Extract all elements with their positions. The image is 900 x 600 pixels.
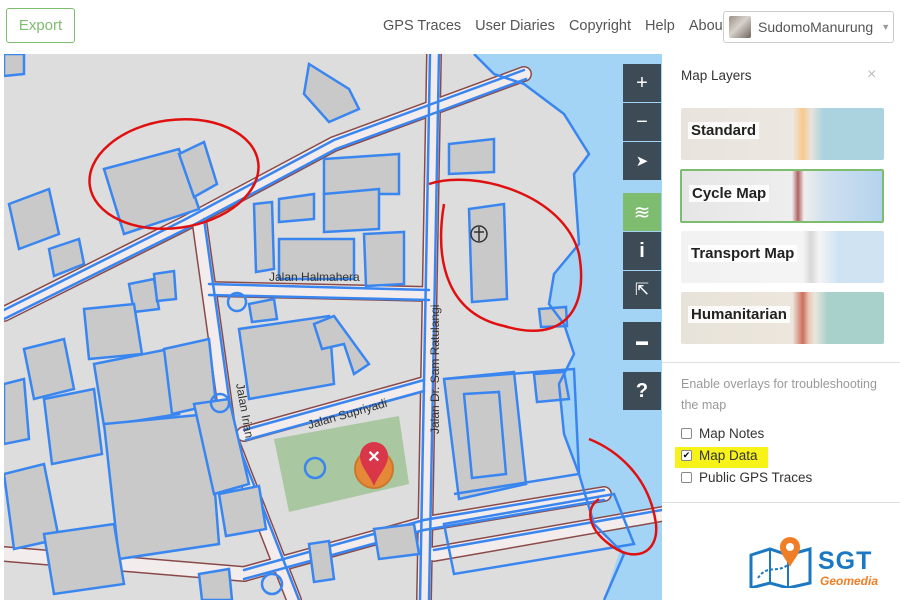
help-button[interactable]: ?	[623, 372, 661, 410]
overlay-label: Map Notes	[699, 426, 765, 441]
checkbox[interactable]: ✔	[681, 450, 692, 461]
avatar	[729, 16, 751, 38]
export-button[interactable]: Export	[6, 8, 75, 43]
layer-label: Cycle Map	[689, 185, 770, 202]
street-label: Jalan Dr. Sam Ratulangi	[428, 305, 442, 434]
share-button[interactable]: ⇱	[623, 271, 661, 309]
building	[302, 61, 361, 124]
checkbox[interactable]	[681, 428, 692, 439]
overlay-help-text: Enable overlays for troubleshooting the …	[681, 377, 877, 412]
chevron-down-icon: ▼	[881, 22, 891, 32]
layers-button[interactable]: ≋	[623, 193, 661, 231]
street-label: Jalan Halmahera	[269, 270, 360, 284]
map-render: ✕ Jalan Halmahera Jalan Supriyadi Jalan …	[4, 54, 662, 600]
overlay-public-gps-traces[interactable]: Public GPS Traces	[681, 470, 812, 485]
main-nav: GPS Traces User Diaries Copyright Help A…	[383, 18, 727, 34]
info-button[interactable]: i	[623, 232, 661, 270]
divider	[662, 362, 900, 363]
close-icon[interactable]: ×	[867, 66, 876, 84]
nav-help[interactable]: Help	[645, 18, 675, 34]
logo-subtitle: Geomedia	[820, 574, 879, 588]
overlay-map-notes[interactable]: Map Notes	[681, 426, 764, 441]
map-canvas[interactable]: ✕ Jalan Halmahera Jalan Supriyadi Jalan …	[4, 54, 662, 600]
nav-copyright[interactable]: Copyright	[569, 18, 631, 34]
sgt-geomedia-logo: SGT Geomedia	[748, 533, 888, 593]
nav-about[interactable]: About	[689, 18, 727, 34]
layer-label: Humanitarian	[688, 306, 790, 323]
divider	[662, 502, 900, 503]
layer-label: Transport Map	[688, 245, 798, 262]
svg-text:✕: ✕	[367, 449, 380, 466]
nav-gps-traces[interactable]: GPS Traces	[383, 18, 461, 34]
top-bar: Export GPS Traces User Diaries Copyright…	[0, 0, 900, 54]
layer-cycle-map[interactable]: Cycle Map	[680, 169, 884, 223]
zoom-in-button[interactable]: +	[623, 64, 661, 102]
zoom-out-button[interactable]: −	[623, 103, 661, 141]
locate-button[interactable]: ➤	[623, 142, 661, 180]
layer-transport-map[interactable]: Transport Map	[681, 231, 884, 283]
user-menu-button[interactable]: SudomoManurung ▼	[723, 11, 894, 43]
layers-panel: Map Layers × Standard Cycle Map Transpor…	[662, 54, 900, 600]
layer-humanitarian[interactable]: Humanitarian	[681, 292, 884, 344]
add-note-button[interactable]: ▬	[623, 322, 661, 360]
username: SudomoManurung	[758, 19, 874, 35]
checkbox[interactable]	[681, 472, 692, 483]
overlay-label: Map Data	[699, 448, 758, 463]
nav-user-diaries[interactable]: User Diaries	[475, 18, 555, 34]
layer-label: Standard	[688, 122, 760, 139]
panel-title: Map Layers	[681, 68, 752, 83]
map-pin-icon	[749, 537, 812, 590]
overlay-label: Public GPS Traces	[699, 470, 813, 485]
overlay-map-data[interactable]: ✔ Map Data	[681, 448, 758, 463]
layer-standard[interactable]: Standard	[681, 108, 884, 160]
logo-brand: SGT	[818, 547, 873, 575]
